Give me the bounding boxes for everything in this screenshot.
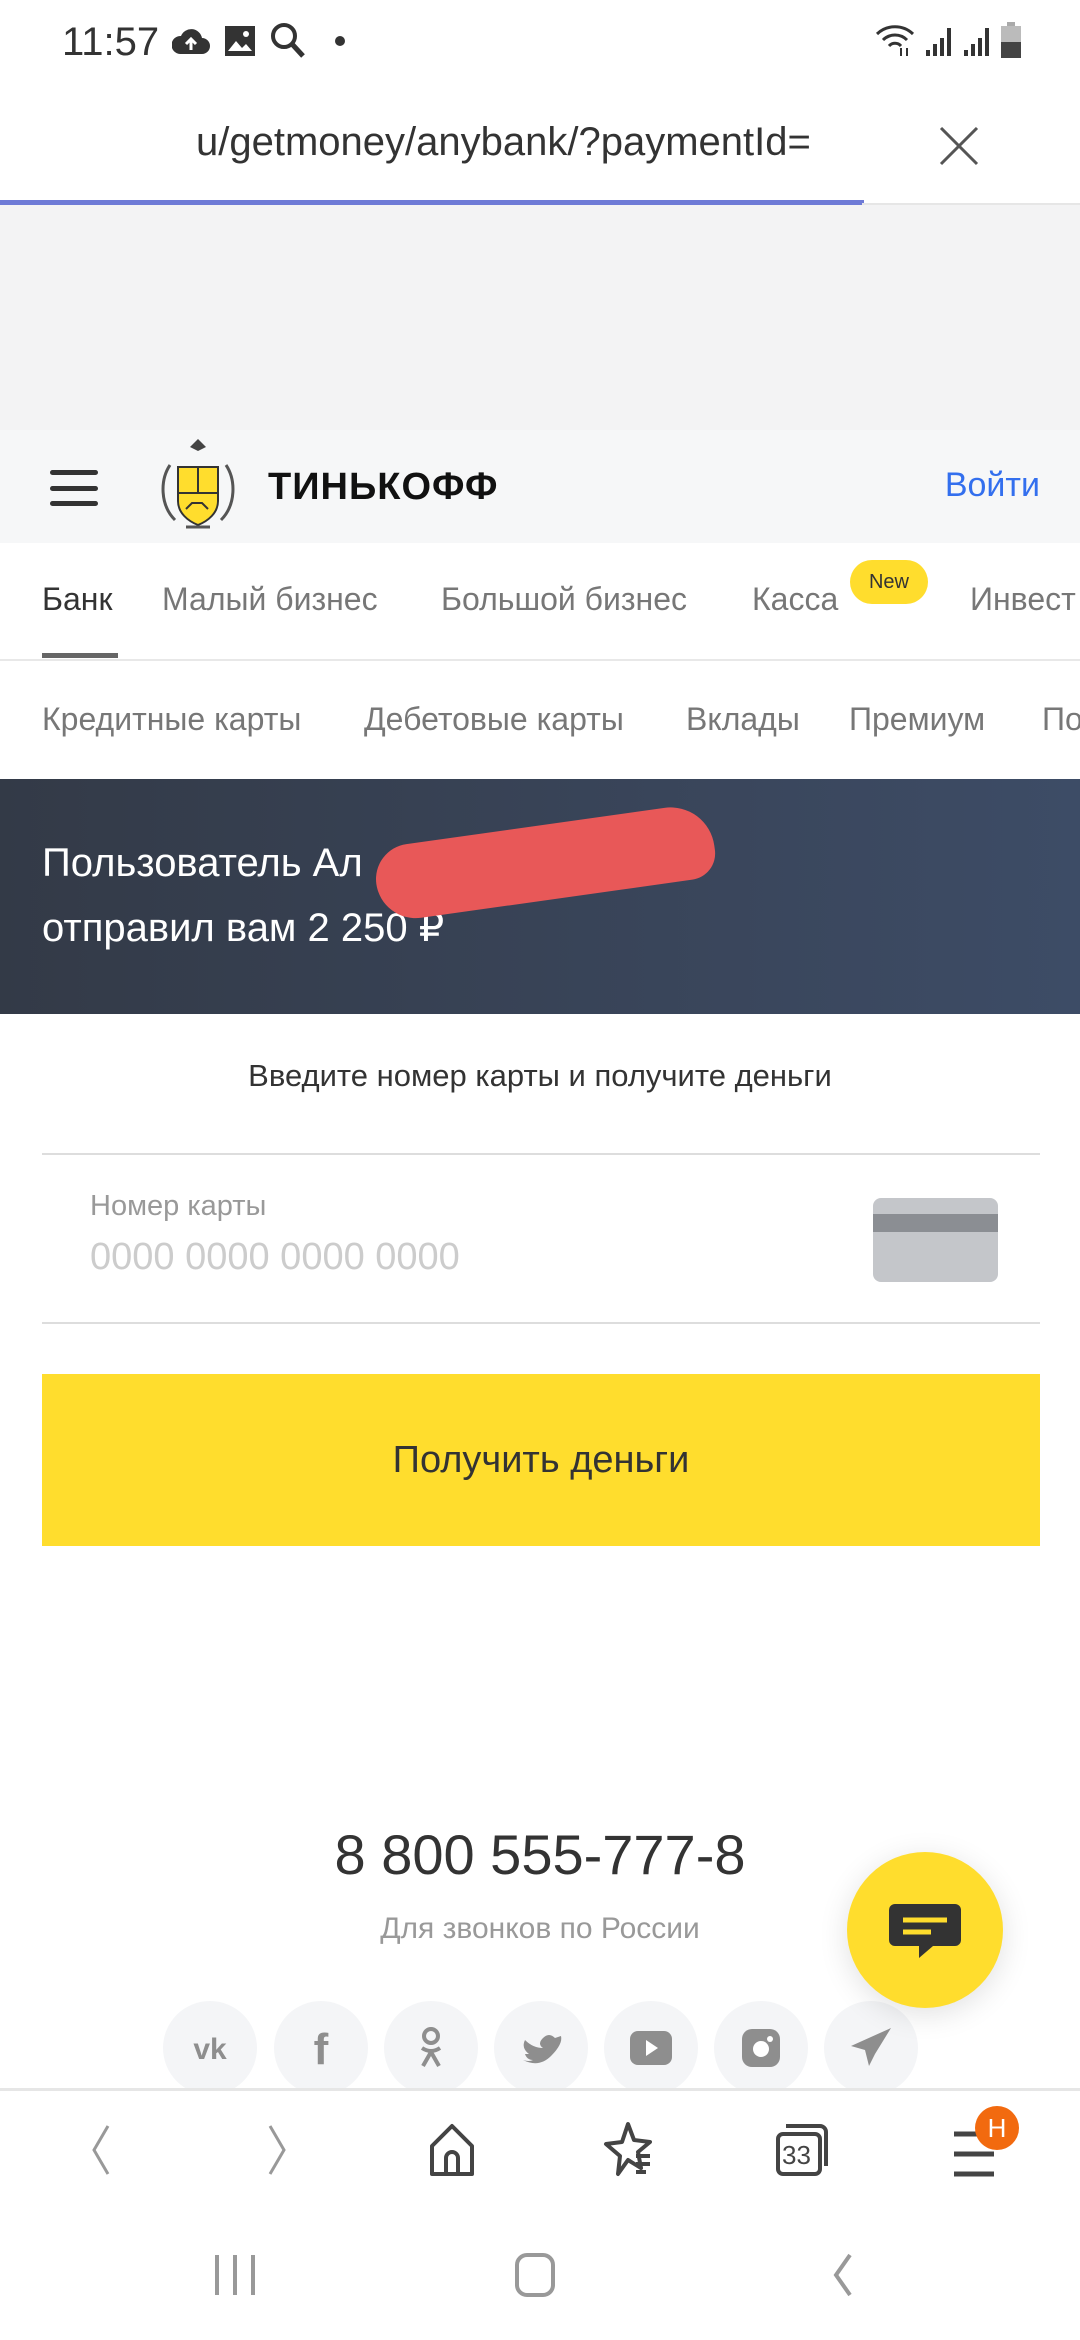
active-tab-indicator <box>42 653 118 658</box>
status-bar: 11:57 <box>0 0 1080 85</box>
tab-bank[interactable]: Банк <box>42 581 112 618</box>
wifi-icon <box>875 25 915 56</box>
facebook-icon[interactable]: f <box>274 2001 368 2095</box>
twitter-icon[interactable] <box>494 2001 588 2095</box>
close-icon[interactable] <box>935 122 983 170</box>
clock: 11:57 <box>62 20 160 64</box>
card-number-input[interactable] <box>90 1236 790 1279</box>
back-icon[interactable] <box>70 2120 130 2180</box>
dot-icon <box>335 36 345 46</box>
sub-navigation: Кредитные карты Дебетовые карты Вклады П… <box>0 663 1080 779</box>
subnav-debit-cards[interactable]: Дебетовые карты <box>364 701 624 738</box>
svg-text:vk: vk <box>193 2033 227 2063</box>
search-icon <box>271 23 305 58</box>
credit-card-icon <box>873 1198 998 1282</box>
home-button-icon[interactable] <box>505 2245 565 2305</box>
youtube-icon[interactable] <box>604 2001 698 2095</box>
login-link[interactable]: Войти <box>945 466 1040 505</box>
instagram-icon[interactable] <box>714 2001 808 2095</box>
get-money-button[interactable]: Получить деньги <box>42 1374 1040 1546</box>
tab-big-business[interactable]: Большой бизнес <box>441 581 687 618</box>
home-icon[interactable] <box>422 2120 482 2180</box>
telegram-icon[interactable] <box>824 2001 918 2095</box>
new-badge: New <box>850 560 928 604</box>
menu-notification-badge: Н <box>975 2106 1019 2150</box>
subnav-deposits[interactable]: Вклады <box>686 701 800 738</box>
bookmarks-icon[interactable] <box>598 2120 658 2180</box>
tab-small-business[interactable]: Малый бизнес <box>162 581 378 618</box>
vk-icon[interactable]: vk <box>163 2001 257 2095</box>
battery-icon <box>1001 22 1021 58</box>
tab-kassa[interactable]: Касса <box>752 581 838 618</box>
hamburger-menu-icon[interactable] <box>50 470 98 506</box>
svg-text:f: f <box>314 2026 329 2070</box>
image-icon <box>225 26 255 56</box>
chat-icon <box>889 1904 961 1958</box>
tab-count: 33 <box>782 2140 811 2170</box>
tabs-button[interactable]: 33 <box>774 2120 834 2180</box>
cloud-upload-icon <box>172 29 210 54</box>
forward-icon[interactable] <box>248 2120 308 2180</box>
banner-amount: отправил вам 2 250 ₽ <box>42 906 445 950</box>
tinkoff-logo[interactable] <box>150 435 246 535</box>
page-blank-area <box>0 205 1080 430</box>
signal-icon <box>926 28 951 56</box>
brand-name: ТИНЬКОФФ <box>268 466 499 508</box>
subnav-more[interactable]: По <box>1042 701 1080 738</box>
card-number-label: Номер карты <box>90 1190 267 1222</box>
signal-icon <box>964 28 989 56</box>
address-bar[interactable]: u/getmoney/anybank/?paymentId= <box>0 85 1080 203</box>
subnav-premium[interactable]: Премиум <box>849 701 985 738</box>
odnoklassniki-icon[interactable] <box>384 2001 478 2095</box>
subnav-credit-cards[interactable]: Кредитные карты <box>42 701 301 738</box>
form-hint: Введите номер карты и получите деньги <box>248 1058 832 1093</box>
browser-toolbar <box>0 2088 1080 2218</box>
recent-apps-icon[interactable] <box>205 2245 265 2305</box>
tab-invest[interactable]: Инвест <box>970 581 1076 618</box>
system-back-icon[interactable] <box>810 2245 870 2305</box>
url-text[interactable]: u/getmoney/anybank/?paymentId= <box>196 120 811 165</box>
main-tabs: Банк Малый бизнес Большой бизнес Касса И… <box>0 543 1080 661</box>
chat-button[interactable] <box>847 1852 1003 2008</box>
